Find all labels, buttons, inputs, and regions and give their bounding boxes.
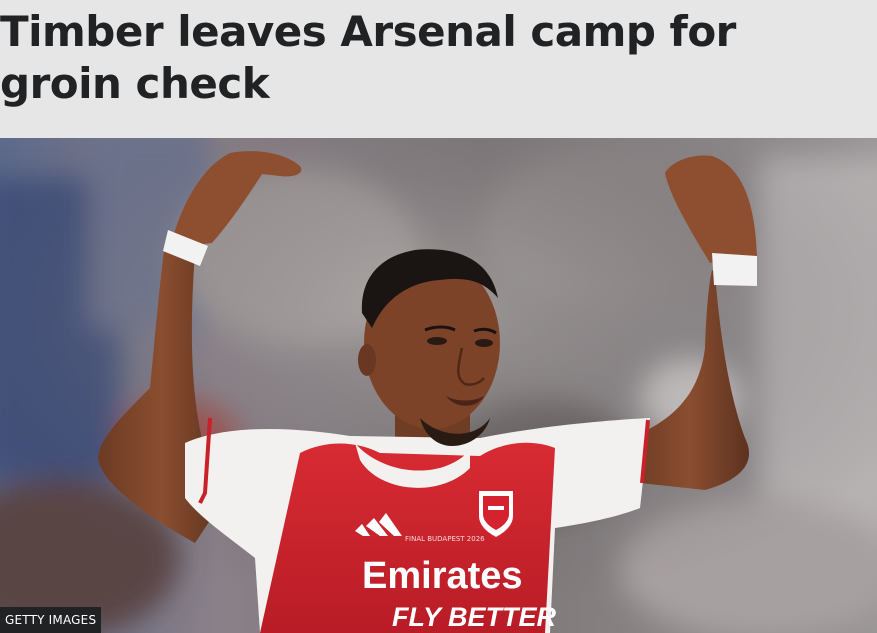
article-photo: FINAL BUDAPEST 2026 Emirates FLY BETTER … (0, 138, 877, 633)
image-credit: GETTY IMAGES (0, 607, 102, 633)
headline-area: Timber leaves Arsenal camp for groin che… (0, 0, 877, 138)
sponsor-emirates: Emirates (362, 555, 523, 597)
sponsor-fly-better: FLY BETTER (392, 602, 557, 632)
article-page: Timber leaves Arsenal camp for groin che… (0, 0, 877, 633)
final-patch-text: FINAL BUDAPEST 2026 (405, 535, 485, 543)
article-headline: Timber leaves Arsenal camp for groin che… (0, 7, 736, 108)
player-photo-illustration: FINAL BUDAPEST 2026 Emirates FLY BETTER (0, 138, 877, 633)
